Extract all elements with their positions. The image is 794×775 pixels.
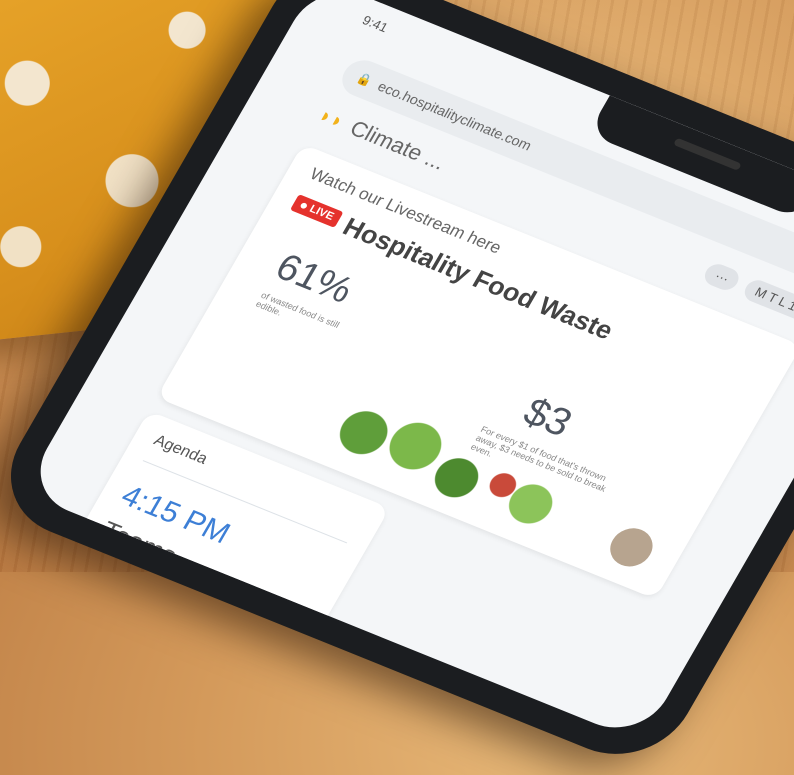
- lock-icon: 🔒: [354, 70, 376, 89]
- menu-pill[interactable]: ···: [701, 260, 744, 293]
- site-logo-icon[interactable]: ◗◗: [314, 104, 349, 133]
- speaker-grille: [672, 137, 742, 171]
- agenda-label: Agenda: [150, 432, 211, 468]
- stat-dollar: $3: [515, 389, 580, 446]
- live-dot-icon: [299, 202, 309, 210]
- live-badge: LIVE: [289, 194, 344, 229]
- status-time: 9:41: [359, 12, 391, 36]
- live-badge-label: LIVE: [307, 203, 336, 223]
- language-pill[interactable]: M T L 142: [741, 276, 794, 326]
- speaker-avatar[interactable]: [598, 518, 665, 577]
